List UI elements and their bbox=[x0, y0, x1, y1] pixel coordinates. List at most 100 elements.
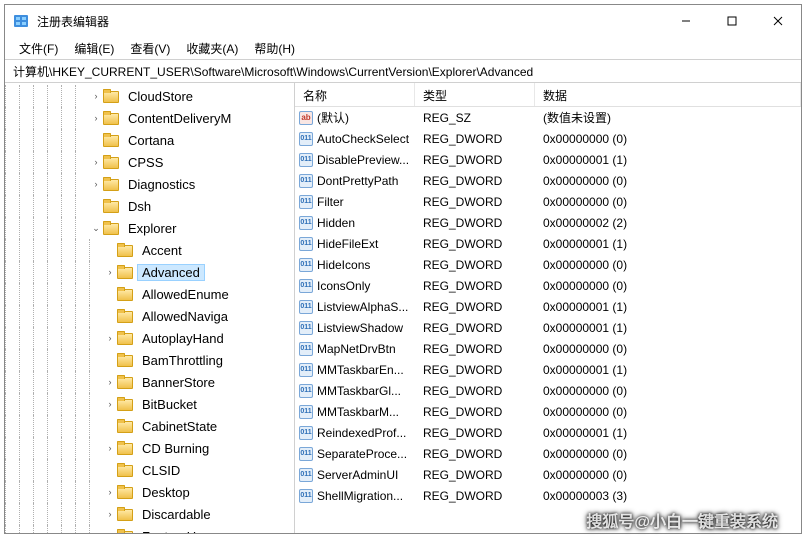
folder-icon bbox=[103, 221, 119, 235]
tree-node[interactable]: ›Discardable bbox=[5, 503, 294, 525]
value-row[interactable]: ab(默认)REG_SZ(数值未设置) bbox=[295, 107, 801, 128]
value-row[interactable]: 011MMTaskbarM...REG_DWORD0x00000000 (0) bbox=[295, 401, 801, 422]
expand-icon[interactable]: › bbox=[103, 377, 117, 387]
value-row[interactable]: 011ServerAdminUIREG_DWORD0x00000000 (0) bbox=[295, 464, 801, 485]
value-row[interactable]: 011DisablePreview...REG_DWORD0x00000001 … bbox=[295, 149, 801, 170]
binary-value-icon: 011 bbox=[299, 426, 313, 440]
tree-node[interactable]: › Advanced bbox=[5, 261, 294, 283]
expand-icon[interactable]: › bbox=[103, 267, 117, 277]
tree-node[interactable]: ›AutoplayHand bbox=[5, 327, 294, 349]
tree-node-label: AllowedNaviga bbox=[137, 309, 233, 324]
tree-pane[interactable]: ›CloudStore›ContentDeliveryMCortana›CPSS… bbox=[5, 83, 295, 533]
registry-editor-window: 注册表编辑器 文件(F) 编辑(E) 查看(V) 收藏夹(A) 帮助(H) 计算… bbox=[4, 4, 802, 534]
value-row[interactable]: 011MapNetDrvBtnREG_DWORD0x00000000 (0) bbox=[295, 338, 801, 359]
menu-file[interactable]: 文件(F) bbox=[11, 38, 66, 59]
value-row[interactable]: 011HideIconsREG_DWORD0x00000000 (0) bbox=[295, 254, 801, 275]
value-data: 0x00000001 (1) bbox=[535, 153, 801, 167]
value-data: 0x00000000 (0) bbox=[535, 195, 801, 209]
window-title: 注册表编辑器 bbox=[37, 13, 663, 30]
expand-icon[interactable]: › bbox=[89, 157, 103, 167]
binary-value-icon: 011 bbox=[299, 384, 313, 398]
value-name: MapNetDrvBtn bbox=[317, 342, 396, 356]
tree-node[interactable]: ›CloudStore bbox=[5, 85, 294, 107]
value-name: HideFileExt bbox=[317, 237, 378, 251]
value-row[interactable]: 011ListviewShadowREG_DWORD0x00000001 (1) bbox=[295, 317, 801, 338]
tree-node[interactable]: Cortana bbox=[5, 129, 294, 151]
value-row[interactable]: 011AutoCheckSelectREG_DWORD0x00000000 (0… bbox=[295, 128, 801, 149]
value-data: (数值未设置) bbox=[535, 109, 801, 126]
list-header[interactable]: 名称 类型 数据 bbox=[295, 83, 801, 107]
tree-node[interactable]: ⌄ Explorer bbox=[5, 217, 294, 239]
tree-node[interactable]: AllowedEnume bbox=[5, 283, 294, 305]
value-row[interactable]: 011DontPrettyPathREG_DWORD0x00000000 (0) bbox=[295, 170, 801, 191]
menu-view[interactable]: 查看(V) bbox=[122, 38, 178, 59]
value-row[interactable]: 011ListviewAlphaS...REG_DWORD0x00000001 … bbox=[295, 296, 801, 317]
menu-help[interactable]: 帮助(H) bbox=[246, 38, 303, 59]
tree-node[interactable]: ›BitBucket bbox=[5, 393, 294, 415]
tree-node-label: Advanced bbox=[137, 264, 205, 281]
expand-icon[interactable]: › bbox=[103, 399, 117, 409]
tree-node[interactable]: ›Diagnostics bbox=[5, 173, 294, 195]
string-value-icon: ab bbox=[299, 111, 313, 125]
binary-value-icon: 011 bbox=[299, 342, 313, 356]
column-data[interactable]: 数据 bbox=[535, 83, 801, 106]
tree-node[interactable]: CabinetState bbox=[5, 415, 294, 437]
binary-value-icon: 011 bbox=[299, 237, 313, 251]
value-row[interactable]: 011MMTaskbarEn...REG_DWORD0x00000001 (1) bbox=[295, 359, 801, 380]
tree-node-label: Explorer bbox=[123, 221, 181, 236]
value-row[interactable]: 011MMTaskbarGl...REG_DWORD0x00000000 (0) bbox=[295, 380, 801, 401]
address-bar[interactable]: 计算机\HKEY_CURRENT_USER\Software\Microsoft… bbox=[5, 59, 801, 83]
value-row[interactable]: 011HideFileExtREG_DWORD0x00000001 (1) bbox=[295, 233, 801, 254]
tree-node[interactable]: AllowedNaviga bbox=[5, 305, 294, 327]
value-row[interactable]: 011HiddenREG_DWORD0x00000002 (2) bbox=[295, 212, 801, 233]
tree-node[interactable]: ›Desktop bbox=[5, 481, 294, 503]
value-data: 0x00000001 (1) bbox=[535, 300, 801, 314]
value-type: REG_DWORD bbox=[415, 174, 535, 188]
value-row[interactable]: 011IconsOnlyREG_DWORD0x00000000 (0) bbox=[295, 275, 801, 296]
binary-value-icon: 011 bbox=[299, 195, 313, 209]
tree-node[interactable]: CLSID bbox=[5, 459, 294, 481]
tree-node[interactable]: › CD Burning bbox=[5, 437, 294, 459]
value-type: REG_DWORD bbox=[415, 468, 535, 482]
collapse-icon[interactable]: ⌄ bbox=[89, 223, 103, 234]
expand-icon[interactable]: › bbox=[89, 113, 103, 123]
binary-value-icon: 011 bbox=[299, 468, 313, 482]
values-pane[interactable]: 名称 类型 数据 ab(默认)REG_SZ(数值未设置)011AutoCheck… bbox=[295, 83, 801, 533]
tree-node[interactable]: ›FeatureUsage bbox=[5, 525, 294, 533]
expand-icon[interactable]: › bbox=[103, 531, 117, 533]
value-type: REG_DWORD bbox=[415, 195, 535, 209]
tree-node-label: BannerStore bbox=[137, 375, 220, 390]
value-name: MMTaskbarM... bbox=[317, 405, 399, 419]
maximize-button[interactable] bbox=[709, 5, 755, 37]
column-name[interactable]: 名称 bbox=[295, 83, 415, 106]
titlebar: 注册表编辑器 bbox=[5, 5, 801, 37]
value-row[interactable]: 011ShellMigration...REG_DWORD0x00000003 … bbox=[295, 485, 801, 506]
tree-node[interactable]: Accent bbox=[5, 239, 294, 261]
tree-node[interactable]: ›ContentDeliveryM bbox=[5, 107, 294, 129]
expand-icon[interactable]: › bbox=[103, 487, 117, 497]
value-row[interactable]: 011FilterREG_DWORD0x00000000 (0) bbox=[295, 191, 801, 212]
menu-favorites[interactable]: 收藏夹(A) bbox=[178, 38, 246, 59]
value-row[interactable]: 011ReindexedProf...REG_DWORD0x00000001 (… bbox=[295, 422, 801, 443]
value-data: 0x00000000 (0) bbox=[535, 468, 801, 482]
expand-icon[interactable]: › bbox=[103, 509, 117, 519]
expand-icon[interactable]: › bbox=[89, 179, 103, 189]
tree-node[interactable]: ›CPSS bbox=[5, 151, 294, 173]
expand-icon[interactable]: › bbox=[89, 91, 103, 101]
tree-node[interactable]: › BannerStore bbox=[5, 371, 294, 393]
close-button[interactable] bbox=[755, 5, 801, 37]
tree-node-label: Accent bbox=[137, 243, 187, 258]
tree-node-label: CD Burning bbox=[137, 441, 214, 456]
binary-value-icon: 011 bbox=[299, 300, 313, 314]
tree-node[interactable]: BamThrottling bbox=[5, 349, 294, 371]
menu-edit[interactable]: 编辑(E) bbox=[66, 38, 122, 59]
expand-icon[interactable]: › bbox=[103, 333, 117, 343]
value-name: ShellMigration... bbox=[317, 489, 403, 503]
value-row[interactable]: 011SeparateProce...REG_DWORD0x00000000 (… bbox=[295, 443, 801, 464]
minimize-button[interactable] bbox=[663, 5, 709, 37]
column-type[interactable]: 类型 bbox=[415, 83, 535, 106]
value-data: 0x00000001 (1) bbox=[535, 237, 801, 251]
expand-icon[interactable]: › bbox=[103, 443, 117, 453]
folder-icon bbox=[117, 485, 133, 499]
tree-node[interactable]: Dsh bbox=[5, 195, 294, 217]
